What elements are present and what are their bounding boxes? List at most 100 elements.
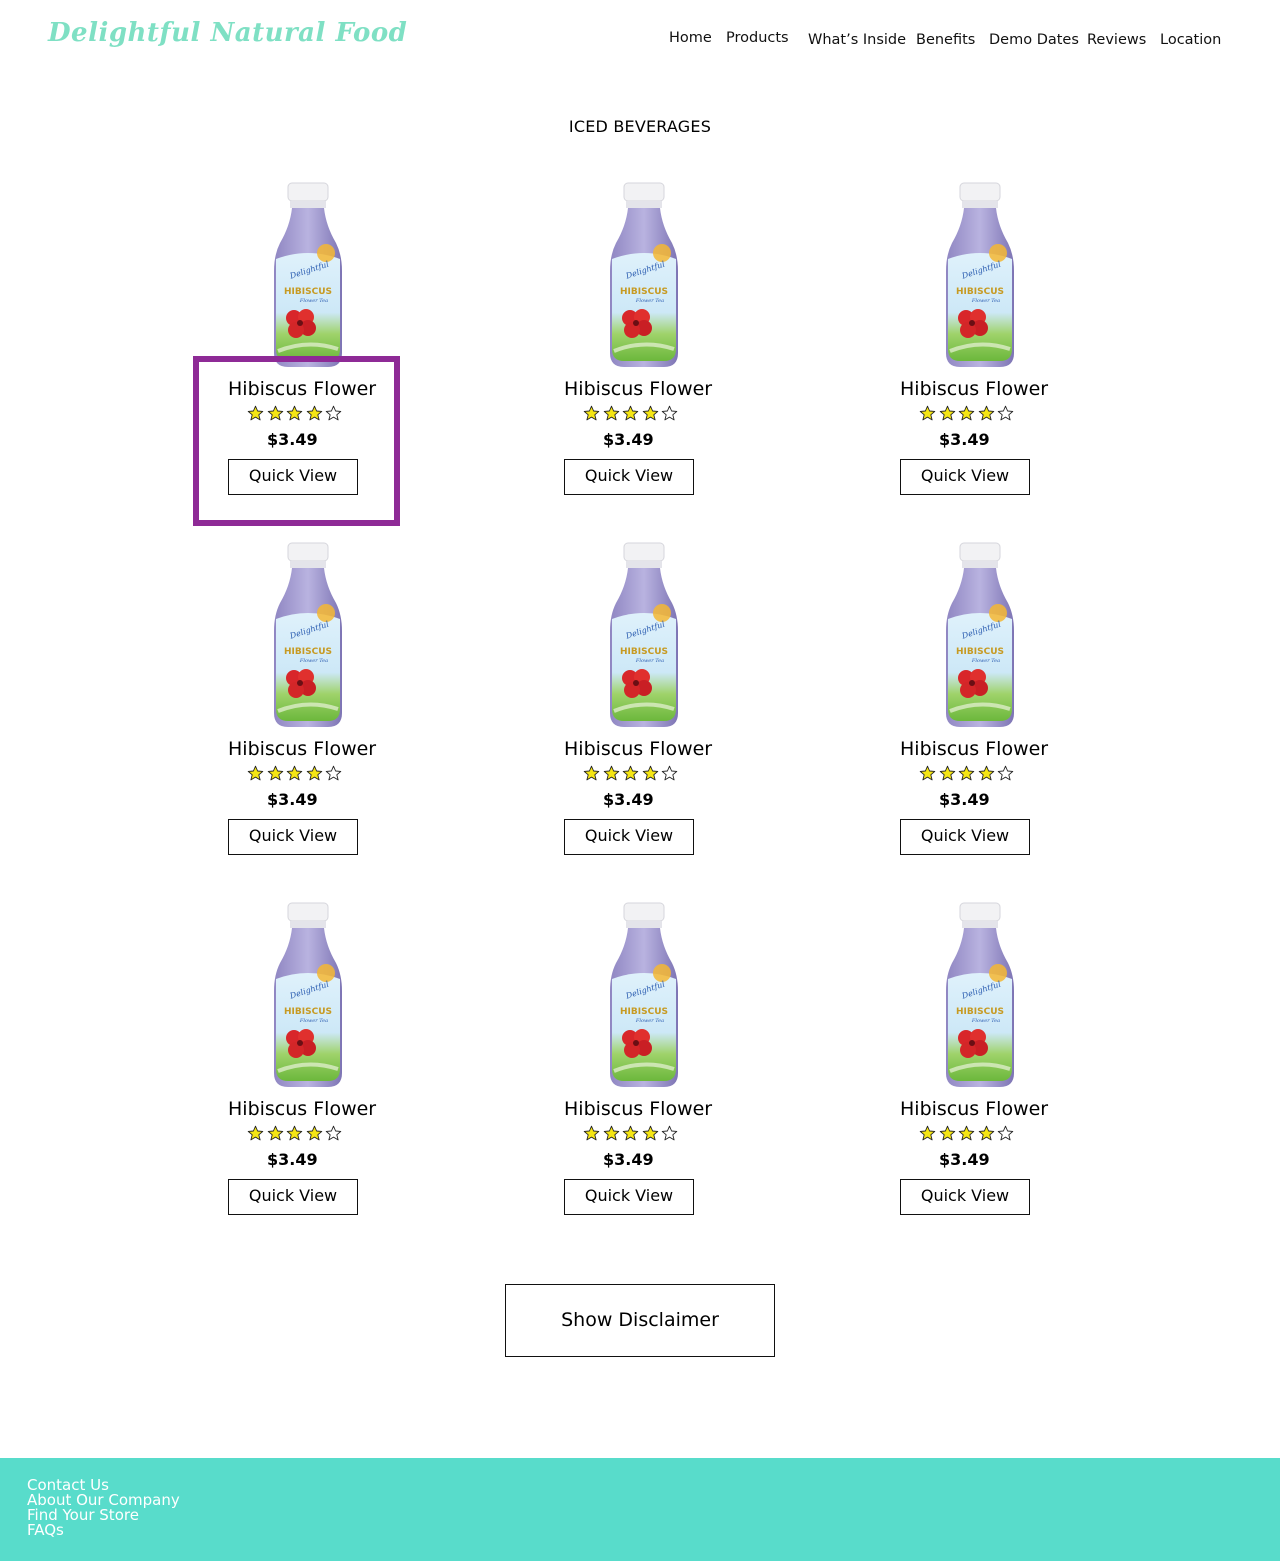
- star-filled-icon: [958, 765, 975, 782]
- svg-text:Flower Tea: Flower Tea: [971, 1018, 1000, 1024]
- svg-text:Flower Tea: Flower Tea: [635, 658, 664, 664]
- product-image[interactable]: Delightful HIBISCUS Flower Tea: [938, 901, 1022, 1089]
- star-empty-icon: [997, 1125, 1014, 1142]
- product-price: $3.49: [603, 790, 654, 809]
- nav-home[interactable]: Home: [669, 30, 712, 46]
- product-image[interactable]: Delightful HIBISCUS Flower Tea: [602, 901, 686, 1089]
- rating-stars: [247, 1125, 345, 1143]
- star-empty-icon: [997, 765, 1014, 782]
- star-filled-icon: [642, 765, 659, 782]
- product-price: $3.49: [939, 430, 990, 449]
- product-name[interactable]: Hibiscus Flower: [900, 378, 1160, 400]
- star-filled-icon: [939, 1125, 956, 1142]
- star-filled-icon: [286, 1125, 303, 1142]
- product-price: $3.49: [267, 1150, 318, 1169]
- product-name[interactable]: Hibiscus Flower: [228, 738, 488, 760]
- star-filled-icon: [603, 765, 620, 782]
- svg-text:Flower Tea: Flower Tea: [299, 298, 328, 304]
- quick-view-button[interactable]: Quick View: [900, 459, 1030, 495]
- site-header: Delightful Natural Food Home Products Wh…: [0, 0, 1280, 80]
- product-card: Delightful HIBISCUS Flower Tea Hibiscus …: [564, 901, 824, 1241]
- product-image[interactable]: Delightful HIBISCUS Flower Tea: [938, 541, 1022, 729]
- star-filled-icon: [286, 765, 303, 782]
- product-card: Delightful HIBISCUS Flower Tea Hibiscus …: [228, 541, 488, 881]
- star-filled-icon: [247, 1125, 264, 1142]
- star-filled-icon: [919, 405, 936, 422]
- product-image[interactable]: Delightful HIBISCUS Flower Tea: [266, 901, 350, 1089]
- star-empty-icon: [661, 1125, 678, 1142]
- quick-view-button[interactable]: Quick View: [228, 1179, 358, 1215]
- quick-view-button[interactable]: Quick View: [228, 819, 358, 855]
- nav-benefits[interactable]: Benefits: [916, 32, 975, 48]
- star-empty-icon: [997, 405, 1014, 422]
- show-disclaimer-button[interactable]: Show Disclaimer: [505, 1284, 775, 1357]
- svg-text:Flower Tea: Flower Tea: [635, 298, 664, 304]
- product-image[interactable]: Delightful HIBISCUS Flower Tea: [602, 181, 686, 369]
- product-image[interactable]: Delightful HIBISCUS Flower Tea: [602, 541, 686, 729]
- star-filled-icon: [267, 765, 284, 782]
- svg-text:Flower Tea: Flower Tea: [971, 658, 1000, 664]
- quick-view-button[interactable]: Quick View: [228, 459, 358, 495]
- svg-text:HIBISCUS: HIBISCUS: [284, 287, 332, 297]
- rating-stars: [919, 405, 1017, 423]
- star-filled-icon: [919, 765, 936, 782]
- star-filled-icon: [306, 1125, 323, 1142]
- product-card: Delightful HIBISCUS Flower Tea Hibiscus …: [900, 181, 1160, 521]
- star-filled-icon: [939, 405, 956, 422]
- product-name[interactable]: Hibiscus Flower: [900, 1098, 1160, 1120]
- quick-view-button[interactable]: Quick View: [900, 1179, 1030, 1215]
- star-filled-icon: [286, 405, 303, 422]
- product-price: $3.49: [267, 430, 318, 449]
- star-empty-icon: [325, 405, 342, 422]
- footer-link-faqs[interactable]: FAQs: [27, 1523, 180, 1538]
- product-name[interactable]: Hibiscus Flower: [900, 738, 1160, 760]
- product-price: $3.49: [939, 790, 990, 809]
- star-filled-icon: [958, 1125, 975, 1142]
- star-filled-icon: [958, 405, 975, 422]
- product-name[interactable]: Hibiscus Flower: [564, 378, 824, 400]
- star-empty-icon: [325, 765, 342, 782]
- svg-text:Flower Tea: Flower Tea: [299, 1018, 328, 1024]
- star-filled-icon: [978, 405, 995, 422]
- quick-view-button[interactable]: Quick View: [900, 819, 1030, 855]
- star-filled-icon: [939, 765, 956, 782]
- svg-text:HIBISCUS: HIBISCUS: [620, 647, 668, 657]
- product-name[interactable]: Hibiscus Flower: [564, 1098, 824, 1120]
- star-filled-icon: [247, 405, 264, 422]
- nav-location[interactable]: Location: [1160, 32, 1221, 48]
- product-image[interactable]: Delightful HIBISCUS Flower Tea: [266, 541, 350, 729]
- nav-whats-inside[interactable]: What’s Inside: [808, 32, 906, 48]
- svg-text:HIBISCUS: HIBISCUS: [284, 1007, 332, 1017]
- product-price: $3.49: [603, 430, 654, 449]
- product-card: Delightful HIBISCUS Flower Tea Hibiscus …: [564, 541, 824, 881]
- star-empty-icon: [661, 765, 678, 782]
- rating-stars: [583, 1125, 681, 1143]
- star-filled-icon: [583, 1125, 600, 1142]
- rating-stars: [247, 765, 345, 783]
- svg-text:Flower Tea: Flower Tea: [635, 1018, 664, 1024]
- product-image[interactable]: Delightful HIBISCUS Flower Tea: [266, 181, 350, 369]
- star-empty-icon: [661, 405, 678, 422]
- nav-reviews[interactable]: Reviews: [1087, 32, 1146, 48]
- product-name[interactable]: Hibiscus Flower: [228, 1098, 488, 1120]
- product-name[interactable]: Hibiscus Flower: [228, 378, 488, 400]
- nav-products[interactable]: Products: [726, 30, 789, 46]
- svg-text:HIBISCUS: HIBISCUS: [620, 287, 668, 297]
- star-filled-icon: [978, 1125, 995, 1142]
- rating-stars: [583, 405, 681, 423]
- star-filled-icon: [267, 1125, 284, 1142]
- star-filled-icon: [603, 405, 620, 422]
- quick-view-button[interactable]: Quick View: [564, 819, 694, 855]
- rating-stars: [247, 405, 345, 423]
- product-card: Delightful HIBISCUS Flower Tea Hibiscus …: [564, 181, 824, 521]
- rating-stars: [919, 1125, 1017, 1143]
- quick-view-button[interactable]: Quick View: [564, 459, 694, 495]
- quick-view-button[interactable]: Quick View: [564, 1179, 694, 1215]
- star-filled-icon: [622, 1125, 639, 1142]
- star-filled-icon: [622, 765, 639, 782]
- nav-demo-dates[interactable]: Demo Dates: [989, 32, 1079, 48]
- product-image[interactable]: Delightful HIBISCUS Flower Tea: [938, 181, 1022, 369]
- product-name[interactable]: Hibiscus Flower: [564, 738, 824, 760]
- svg-text:Flower Tea: Flower Tea: [299, 658, 328, 664]
- star-filled-icon: [583, 765, 600, 782]
